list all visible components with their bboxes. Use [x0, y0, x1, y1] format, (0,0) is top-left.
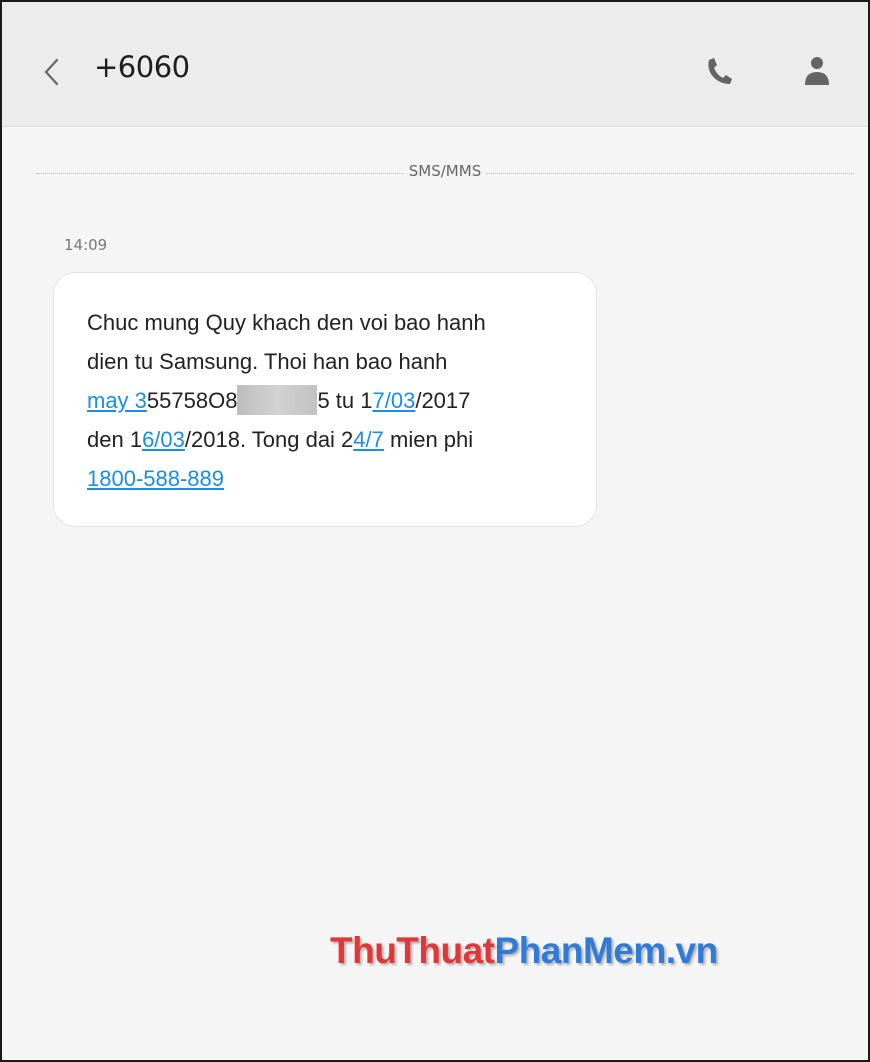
channel-divider: SMS/MMS — [36, 162, 854, 184]
channel-label: SMS/MMS — [404, 162, 486, 180]
message-line: 1800-588-889 — [87, 459, 570, 498]
message-line: dien tu Samsung. Thoi han bao hanh — [87, 349, 448, 374]
app-header: +6060 — [2, 2, 868, 127]
message-line: den 16/03/2018. Tong dai 24/7 mien phi — [87, 427, 474, 452]
message-line: may 355758O8 5 tu 17/03/2017 — [87, 381, 570, 420]
chevron-left-icon — [44, 58, 59, 86]
date-link[interactable]: 7/03 — [373, 388, 416, 413]
call-button[interactable] — [704, 54, 734, 88]
back-button[interactable] — [38, 54, 66, 90]
contact-button[interactable] — [802, 54, 832, 88]
phone-number-link[interactable]: 1800-588-889 — [87, 466, 224, 491]
redacted-area — [237, 385, 318, 415]
contact-title: +6060 — [94, 50, 190, 84]
watermark-part1: ThuThuat — [330, 930, 495, 971]
device-link[interactable]: may 3 — [87, 388, 147, 413]
watermark-part2: PhanMem.vn — [494, 930, 719, 971]
message-bubble[interactable]: Chuc mung Quy khach den voi bao hanh die… — [53, 272, 597, 527]
message-text: Chuc mung Quy khach den voi bao hanh die… — [87, 303, 570, 498]
hours-link[interactable]: 4/7 — [353, 427, 384, 452]
phone-icon — [708, 58, 732, 84]
conversation-screen: +6060 SMS/MMS 14:09 Chuc mung Quy khach … — [0, 0, 870, 1062]
message-line: Chuc mung Quy khach den voi bao hanh — [87, 310, 486, 335]
person-icon — [805, 57, 829, 85]
message-timestamp: 14:09 — [64, 236, 108, 254]
date-link[interactable]: 6/03 — [142, 427, 185, 452]
watermark-logo: ThuThuatPhanMem.vn — [330, 930, 718, 972]
